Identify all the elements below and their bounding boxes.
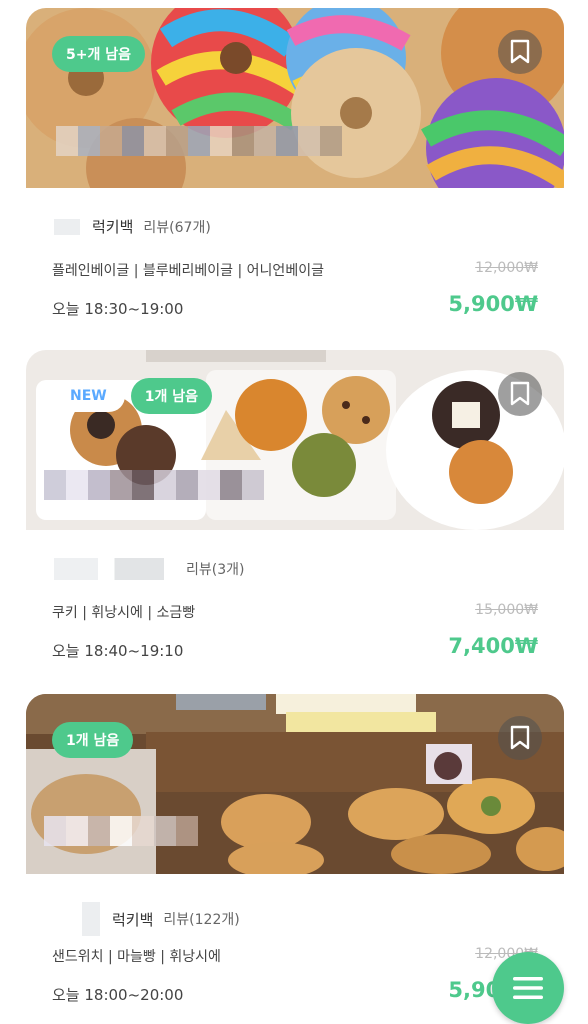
stock-badge: 5+개 남음 — [52, 36, 145, 72]
store-name-blurred — [44, 816, 198, 846]
badge-row: 5+개 남음 — [52, 36, 145, 72]
stock-badge: 1개 남음 — [52, 722, 134, 758]
bakery-photo — [26, 694, 564, 874]
listing-photo[interactable]: NEW 1개 남음 — [26, 350, 564, 530]
listing-photo[interactable]: 1개 남음 — [26, 694, 564, 874]
store-name-blurred — [82, 902, 100, 936]
sale-price: 7,400₩ — [448, 634, 538, 658]
listing-feed: 5+개 남음 럭키백 리뷰(67개) 플레인베이글 | 블루베리베이글 | 어니… — [0, 0, 588, 1024]
listing-info: 리뷰(3개) 쿠키 | 휘낭시에 | 소금빵 15,000₩ 오늘 18:40~… — [26, 530, 564, 680]
menu-items: 샌드위치 | 마늘빵 | 휘낭시에 — [52, 949, 221, 965]
new-badge: NEW — [52, 380, 125, 412]
hamburger-menu-icon — [513, 977, 543, 999]
stock-badge: 1개 남음 — [130, 378, 212, 414]
listing-card-cookie[interactable]: NEW 1개 남음 리뷰(3개) 쿠키 | 휘낭시에 | 소금빵 15,000₩… — [26, 350, 564, 680]
badge-row: NEW 1개 남음 — [52, 378, 212, 414]
brand-label: 럭키백 — [92, 218, 134, 236]
pickup-time: 오늘 18:30~19:00 — [52, 300, 184, 318]
pickup-time: 오늘 18:40~19:10 — [52, 642, 184, 660]
listing-photo[interactable]: 5+개 남음 — [26, 8, 564, 188]
store-row: 럭키백 리뷰(122개) — [54, 902, 240, 936]
floating-menu-button[interactable] — [492, 952, 564, 1024]
store-row: 럭키백 리뷰(67개) — [54, 216, 211, 237]
bookmark-icon — [510, 381, 530, 406]
store-name-blurred — [56, 126, 342, 156]
bookmark-button[interactable] — [498, 372, 542, 416]
menu-items: 쿠키 | 휘낭시에 | 소금빵 — [52, 605, 196, 621]
cookie-photo — [26, 350, 564, 530]
pickup-time: 오늘 18:00~20:00 — [52, 986, 184, 1004]
bookmark-button[interactable] — [498, 30, 542, 74]
original-price: 15,000₩ — [475, 602, 538, 618]
original-price: 12,000₩ — [475, 260, 538, 276]
store-row: 리뷰(3개) — [54, 558, 244, 580]
review-count[interactable]: 리뷰(67개) — [143, 217, 210, 237]
listing-card-bagel[interactable]: 5+개 남음 럭키백 리뷰(67개) 플레인베이글 | 블루베리베이글 | 어니… — [26, 8, 564, 338]
review-count[interactable]: 리뷰(122개) — [163, 909, 239, 929]
bookmark-button[interactable] — [498, 716, 542, 760]
bagel-photo — [26, 8, 564, 188]
listing-info: 럭키백 리뷰(67개) 플레인베이글 | 블루베리베이글 | 어니언베이글 12… — [26, 188, 564, 338]
listing-info: 럭키백 리뷰(122개) 샌드위치 | 마늘빵 | 휘낭시에 12,000₩ 오… — [26, 874, 564, 1024]
menu-items: 플레인베이글 | 블루베리베이글 | 어니언베이글 — [52, 263, 324, 279]
review-count[interactable]: 리뷰(3개) — [186, 559, 244, 579]
bookmark-icon — [510, 725, 530, 750]
badge-row: 1개 남음 — [52, 722, 134, 758]
listing-card-bakery[interactable]: 1개 남음 럭키백 리뷰(122개) 샌드위치 | 마늘빵 | 휘낭시에 12,… — [26, 694, 564, 1024]
sale-price: 5,900₩ — [448, 292, 538, 316]
bookmark-icon — [510, 39, 530, 64]
store-name-blurred — [54, 558, 164, 580]
store-name-blurred — [54, 218, 80, 235]
store-name-blurred — [44, 470, 264, 500]
brand-label: 럭키백 — [112, 910, 154, 929]
